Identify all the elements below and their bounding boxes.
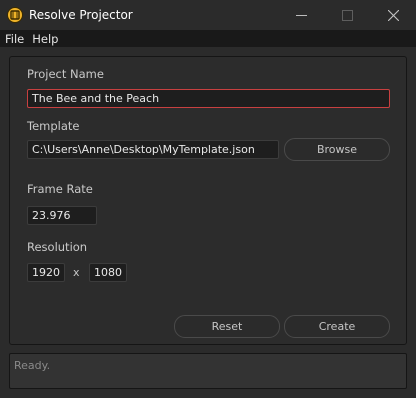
resolution-height-input[interactable]: 1080 bbox=[89, 263, 127, 282]
maximize-icon[interactable] bbox=[324, 0, 370, 30]
minimize-icon[interactable] bbox=[278, 0, 324, 30]
project-name-label: Project Name bbox=[27, 67, 104, 81]
close-icon[interactable] bbox=[370, 0, 416, 30]
status-bar: Ready. bbox=[9, 353, 407, 389]
menu-help[interactable]: Help bbox=[28, 32, 62, 46]
app-icon bbox=[7, 7, 23, 23]
menu-file[interactable]: File bbox=[0, 32, 28, 46]
template-label: Template bbox=[27, 119, 80, 133]
resolution-separator: x bbox=[73, 266, 80, 279]
browse-button[interactable]: Browse bbox=[284, 138, 390, 161]
template-path-input[interactable]: C:\Users\Anne\Desktop\MyTemplate.json bbox=[27, 140, 279, 159]
window-title: Resolve Projector bbox=[29, 8, 133, 22]
create-button[interactable]: Create bbox=[284, 315, 390, 338]
frame-rate-input[interactable]: 23.976 bbox=[27, 206, 97, 225]
project-name-input[interactable]: The Bee and the Peach bbox=[27, 89, 390, 108]
title-bar[interactable]: Resolve Projector bbox=[0, 0, 416, 30]
reset-button[interactable]: Reset bbox=[174, 315, 280, 338]
resolution-width-input[interactable]: 1920 bbox=[27, 263, 65, 282]
status-text: Ready. bbox=[14, 359, 51, 372]
project-settings-panel: Project Name The Bee and the Peach Templ… bbox=[9, 56, 407, 345]
resolution-label: Resolution bbox=[27, 240, 88, 254]
frame-rate-label: Frame Rate bbox=[27, 182, 93, 196]
menu-bar: File Help bbox=[0, 30, 416, 47]
